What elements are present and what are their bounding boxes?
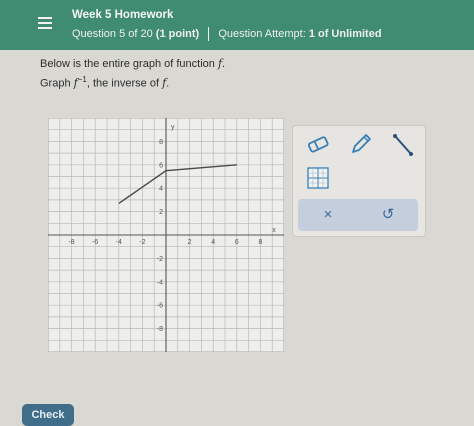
hamburger-line (38, 27, 52, 29)
x-axis-label: x (272, 227, 276, 234)
attempt-value: 1 of Unlimited (308, 27, 382, 40)
hamburger-icon (38, 17, 52, 19)
y-axis-label: y (171, 124, 175, 131)
y-tick-label: 2 (159, 209, 163, 216)
header-bar: Week 5 Homework Question 5 of 20 (1 poin… (0, 0, 474, 50)
inverse-exponent: −1 (77, 75, 87, 84)
pencil-icon[interactable] (348, 132, 374, 156)
undo-button[interactable]: ↺ (378, 204, 398, 226)
x-tick-label: -8 (68, 239, 74, 246)
y-tick-label: 6 (159, 162, 163, 169)
y-tick-label: -4 (157, 279, 163, 286)
line-segment-icon[interactable] (391, 132, 415, 158)
y-tick-label: 4 (159, 186, 163, 193)
clear-button[interactable]: × (318, 204, 338, 226)
prompt-line-2: Graph f−1, the inverse of f. (40, 75, 169, 90)
menu-button[interactable] (28, 8, 62, 38)
y-tick-label: -8 (157, 326, 163, 333)
y-tick-label: 8 (159, 139, 163, 146)
prompt-graph-word: Graph (40, 77, 74, 90)
prompt-inverse-text: , the inverse of (86, 77, 163, 90)
prompt-period-2: . (166, 77, 170, 90)
x-tick-label: -4 (116, 239, 122, 246)
x-tick-label: 6 (235, 239, 239, 246)
prompt-text: Below is the entire graph of function (40, 58, 218, 70)
separator (208, 27, 210, 41)
prompt-line-1: Below is the entire graph of function f. (40, 57, 225, 70)
question-info: Question 5 of 20 (1 point) Question Atte… (72, 27, 382, 41)
x-tick-label: 2 (188, 239, 192, 246)
hamburger-line (38, 22, 52, 24)
eraser-icon[interactable] (305, 134, 331, 154)
question-points: (1 point) (155, 27, 200, 40)
x-tick-label: -2 (139, 239, 145, 246)
x-tick-label: -6 (92, 239, 98, 246)
graph-canvas[interactable]: -8 -6 -4 -2 2 4 6 8 8 6 4 2 -2 -4 -6 -8 x y (48, 118, 284, 352)
x-tick-label: 8 (258, 239, 262, 246)
check-button[interactable]: Check (22, 404, 74, 426)
grid-icon[interactable] (307, 167, 329, 189)
prompt-period: . (222, 58, 226, 70)
attempt-label: Question Attempt: (218, 27, 306, 40)
y-tick-label: -2 (157, 256, 163, 263)
x-tick-label: 4 (211, 239, 215, 246)
action-bar: × ↺ (298, 199, 418, 231)
question-number: Question 5 of 20 (72, 27, 153, 40)
homework-title: Week 5 Homework (72, 9, 174, 21)
y-tick-label: -6 (157, 303, 163, 310)
